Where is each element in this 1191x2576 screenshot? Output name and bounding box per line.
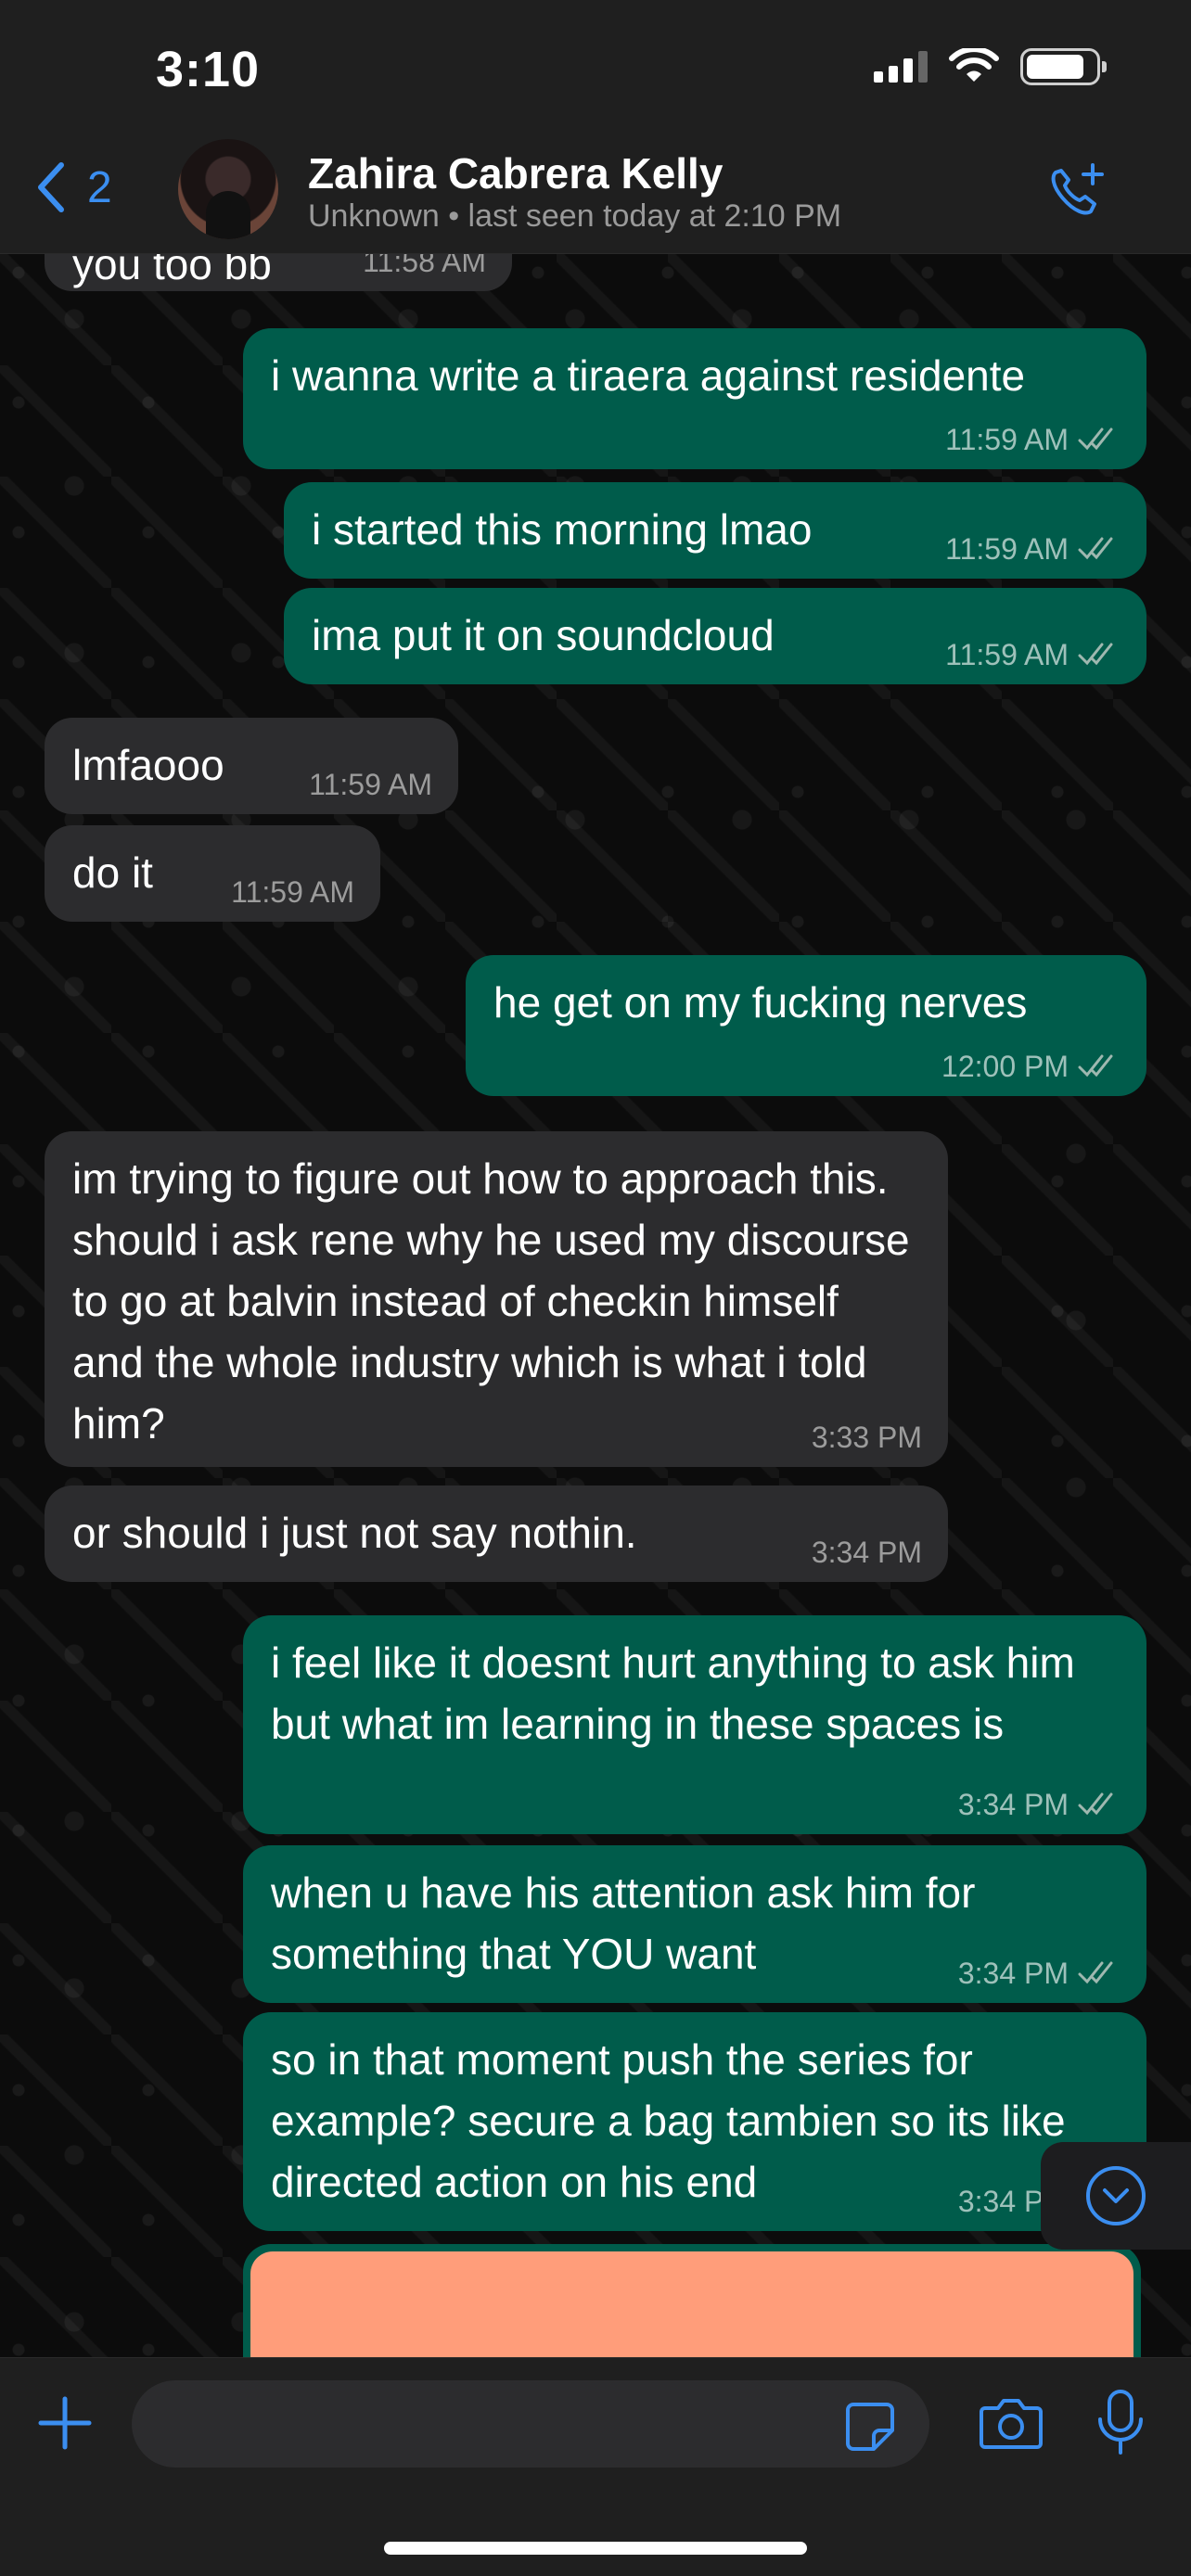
message-bubble[interactable]: i wanna write a tiraera against resident… xyxy=(243,328,1146,469)
composer-bar xyxy=(0,2357,1191,2576)
message-time: 3:34 PM xyxy=(957,1788,1069,1821)
message-time: 3:34 PM xyxy=(957,1957,1069,1990)
contact-status: Unknown • last seen today at 2:10 PM xyxy=(308,198,842,234)
message-time: 11:59 AM xyxy=(309,768,432,801)
message-text: i started this morning lmao xyxy=(312,505,813,554)
status-icons xyxy=(874,48,1107,85)
message-text: ima put it on soundcloud xyxy=(312,611,775,659)
message-time: 11:59 AM xyxy=(945,638,1069,671)
message-text: do it xyxy=(72,848,153,897)
unread-count: 2 xyxy=(87,162,112,212)
status-time: 3:10 xyxy=(156,42,261,97)
message-input[interactable] xyxy=(132,2380,929,2468)
message-bubble[interactable]: im trying to figure out how to approach … xyxy=(45,1131,948,1467)
message-text: i wanna write a tiraera against resident… xyxy=(271,351,1026,400)
camera-icon[interactable] xyxy=(978,2393,1044,2453)
ticks-icon xyxy=(1078,1054,1113,1078)
message-time: 3:34 PM xyxy=(811,1536,922,1569)
contact-avatar[interactable] xyxy=(178,139,278,239)
message-list[interactable]: you too bb 11:58 AM i wanna write a tira… xyxy=(0,254,1191,2357)
message-bubble[interactable]: lmfaooo 11:59 AM xyxy=(45,718,458,814)
message-time: 3:33 PM xyxy=(811,1421,922,1454)
message-bubble[interactable]: i feel like it doesnt hurt anything to a… xyxy=(243,1615,1146,1834)
image-thumbnail xyxy=(250,2251,1133,2357)
message-time: 11:59 AM xyxy=(945,423,1069,456)
chat-header: 2 Zahira Cabrera Kelly Unknown • last se… xyxy=(0,139,1191,254)
ticks-icon xyxy=(1078,1961,1113,1984)
message-text: or should i just not say nothin. xyxy=(72,1509,637,1557)
back-button[interactable]: 2 xyxy=(33,159,112,215)
message-text: when u have his attention ask him for so… xyxy=(271,1868,976,1978)
message-bubble[interactable]: so in that moment push the series for ex… xyxy=(243,2012,1146,2231)
message-text: you too bb xyxy=(72,254,272,288)
message-text: im trying to figure out how to approach … xyxy=(72,1154,910,1447)
ticks-icon xyxy=(1078,427,1113,451)
mic-icon[interactable] xyxy=(1095,2388,1146,2458)
scroll-down-icon xyxy=(1086,2166,1146,2225)
call-add-icon[interactable] xyxy=(1043,159,1108,224)
message-text: he get on my fucking nerves xyxy=(493,978,1028,1027)
image-message-preview[interactable] xyxy=(243,2244,1141,2357)
home-indicator[interactable] xyxy=(384,2542,807,2555)
message-text: i feel like it doesnt hurt anything to a… xyxy=(271,1639,1075,1748)
message-bubble[interactable]: you too bb 11:58 AM xyxy=(45,254,512,291)
sticker-icon[interactable] xyxy=(842,2399,898,2455)
message-bubble[interactable]: he get on my fucking nerves 12:00 PM xyxy=(466,955,1146,1096)
message-input-wrapper[interactable] xyxy=(132,2380,929,2468)
message-text: lmfaooo xyxy=(72,741,224,789)
message-bubble[interactable]: or should i just not say nothin. 3:34 PM xyxy=(45,1486,948,1582)
message-bubble[interactable]: when u have his attention ask him for so… xyxy=(243,1845,1146,2003)
plus-icon[interactable] xyxy=(35,2393,95,2453)
status-bar: 3:10 xyxy=(0,0,1191,139)
message-time: 11:59 AM xyxy=(945,532,1069,566)
wifi-icon xyxy=(949,48,999,82)
message-time: 11:59 AM xyxy=(231,875,354,909)
scroll-down-button[interactable] xyxy=(1041,2142,1191,2250)
ticks-icon xyxy=(1078,537,1113,560)
back-chevron-icon xyxy=(38,162,64,212)
message-time: 11:58 AM xyxy=(363,254,486,278)
ticks-icon xyxy=(1078,1792,1113,1816)
message-bubble[interactable]: do it 11:59 AM xyxy=(45,825,380,922)
message-time: 12:00 PM xyxy=(941,1050,1069,1083)
contact-name[interactable]: Zahira Cabrera Kelly xyxy=(308,148,723,198)
message-bubble[interactable]: i started this morning lmao 11:59 AM xyxy=(284,482,1146,579)
battery-icon xyxy=(1020,48,1107,85)
message-bubble[interactable]: ima put it on soundcloud 11:59 AM xyxy=(284,588,1146,684)
message-text: so in that moment push the series for ex… xyxy=(271,2035,1066,2206)
ticks-icon xyxy=(1078,643,1113,666)
signal-icon xyxy=(874,51,928,83)
